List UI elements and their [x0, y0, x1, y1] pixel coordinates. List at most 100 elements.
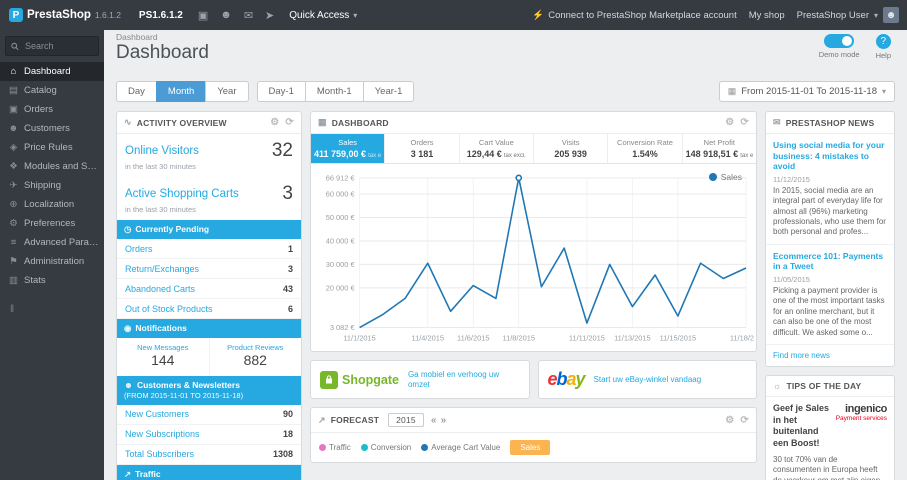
my-shop-link[interactable]: My shop	[749, 10, 785, 21]
envelope-icon[interactable]: ✉	[238, 9, 259, 22]
range-button-year[interactable]: Year	[205, 81, 249, 102]
kpi-conversion-rate[interactable]: Conversion Rate 1.54%	[608, 134, 683, 163]
gear-icon[interactable]: ⚙	[725, 415, 734, 426]
date-range-picker[interactable]: ▦ From 2015-11-01 To 2015-11-18 ▾	[718, 81, 895, 102]
online-visitors-link[interactable]: Online Visitors	[125, 145, 199, 157]
middle-column: ▦ DASHBOARD ⚙ ⟳ Sales 411 759,00 €tax exc…	[310, 111, 757, 464]
customers-row-new-customers[interactable]: New Customers 90	[117, 405, 301, 425]
kpi-visits[interactable]: Visits 205 939	[534, 134, 609, 163]
tips-panel: ☼ TIPS OF THE DAY Geef je Sales in het b…	[765, 375, 895, 480]
forecast-legend-conversion[interactable]: Conversion	[360, 443, 411, 452]
range-button-day-1[interactable]: Day-1	[256, 81, 306, 102]
cart-icon[interactable]: ▣	[192, 9, 214, 22]
kpi-label: Conversion Rate	[617, 138, 673, 147]
modules-icon: ❖	[9, 161, 18, 172]
stat-value: 3	[287, 263, 293, 274]
user-menu[interactable]: PrestaShop User ▾ ☻	[797, 7, 899, 23]
breadcrumb[interactable]: Dashboard	[116, 32, 895, 42]
sidebar-item-localization[interactable]: ⊕ Localization	[0, 195, 104, 214]
pending-row-abandoned-carts[interactable]: Abandoned Carts 43	[117, 279, 301, 300]
kpi-value: 411 759,00 €tax excl.	[314, 149, 381, 159]
active-carts-link[interactable]: Active Shopping Carts	[125, 188, 239, 200]
quick-access-menu[interactable]: Quick Access ▾	[280, 10, 366, 21]
sidebar-item-shipping[interactable]: ✈ Shipping	[0, 176, 104, 195]
range-button-day[interactable]: Day	[116, 81, 157, 102]
sidebar-item-customers[interactable]: ☻ Customers	[0, 119, 104, 138]
catalog-icon: ▤	[9, 85, 18, 96]
shopgate-module-ad[interactable]: Shopgate Ga mobiel en verhoog uw omzet	[310, 360, 530, 400]
news-title-link[interactable]: Ecommerce 101: Payments in a Tweet	[773, 251, 887, 272]
pending-row-orders[interactable]: Orders 1	[117, 239, 301, 260]
stat-value: 1308	[272, 449, 293, 460]
gear-icon[interactable]: ⚙	[270, 117, 279, 128]
kpi-value: 1.54%	[632, 149, 658, 159]
legend-item-label: Average Cart Value	[431, 443, 501, 453]
sidebar-item-catalog[interactable]: ▤ Catalog	[0, 81, 104, 100]
prestashop-logo[interactable]: P PrestaShop 1.6.1.2	[0, 8, 130, 22]
demo-mode-toggle[interactable]	[824, 34, 855, 48]
pending-row-return-exchanges[interactable]: Return/Exchanges 3	[117, 259, 301, 280]
sidebar-item-stats[interactable]: ▥ Stats	[0, 271, 104, 290]
pending-row-out-of-stock-products[interactable]: Out of Stock Products 6	[117, 299, 301, 320]
ebay-letter: a	[566, 369, 577, 390]
notification-new-messages[interactable]: New Messages 144	[117, 338, 210, 377]
range-button-year-1[interactable]: Year-1	[362, 81, 415, 102]
quick-access-label: Quick Access	[289, 9, 350, 21]
help-button[interactable]: ?	[875, 34, 891, 49]
notification-product-reviews[interactable]: Product Reviews 882	[210, 338, 302, 376]
forecast-year-select[interactable]: 2015	[388, 413, 424, 428]
ebay-module-ad[interactable]: ebay Start uw eBay-winkel vandaag	[537, 360, 757, 400]
sidebar-item-price-rules[interactable]: ◈ Price Rules	[0, 138, 104, 157]
sidebar-search[interactable]	[5, 36, 99, 56]
brand-name: PrestaShop	[27, 9, 91, 21]
right-column: ✉ PRESTASHOP NEWS Using social media for…	[765, 111, 895, 480]
dashboard-columns: ∿ ACTIVITY OVERVIEW ⚙ ⟳ Online Visitors …	[104, 111, 907, 480]
sidebar-item-modules-and-services[interactable]: ❖ Modules and Services	[0, 157, 104, 176]
sidebar-collapse-button[interactable]: ‖	[10, 304, 104, 315]
svg-text:11/15/2015: 11/15/2015	[660, 333, 697, 342]
stat-label: New Subscriptions	[125, 429, 200, 440]
kpi-value: 205 939	[554, 149, 587, 159]
range-button-month[interactable]: Month	[155, 81, 207, 102]
sidebar-item-preferences[interactable]: ⚙ Preferences	[0, 214, 104, 233]
ebay-link[interactable]: Start uw eBay-winkel vandaag	[594, 375, 702, 385]
forecast-sales-button[interactable]: Sales	[510, 440, 551, 456]
shopgate-link[interactable]: Ga mobiel en verhoog uw omzet	[408, 370, 520, 390]
news-title-link[interactable]: Using social media for your business: 4 …	[773, 140, 887, 172]
shop-version-badge[interactable]: PS1.6.1.2	[130, 10, 192, 21]
refresh-icon[interactable]: ⟳	[740, 117, 749, 128]
dashboard-panel: ▦ DASHBOARD ⚙ ⟳ Sales 411 759,00 €tax exc…	[310, 111, 757, 353]
person-icon[interactable]: ☻	[214, 9, 238, 21]
gear-icon[interactable]: ⚙	[725, 117, 734, 128]
kpi-sales[interactable]: Sales 411 759,00 €tax excl.	[311, 134, 386, 163]
marketplace-link[interactable]: ⚡ Connect to PrestaShop Marketplace acco…	[532, 10, 736, 21]
kpi-row: Sales 411 759,00 €tax excl. Orders 3 181 Car…	[311, 134, 756, 164]
panel-title: FORECAST	[330, 415, 380, 426]
range-button-month-1[interactable]: Month-1	[304, 81, 364, 102]
customers-row-new-subscriptions[interactable]: New Subscriptions 18	[117, 425, 301, 445]
refresh-icon[interactable]: ⟳	[740, 415, 749, 426]
kpi-orders[interactable]: Orders 3 181	[385, 134, 460, 163]
sidebar-item-administration[interactable]: ⚑ Administration	[0, 252, 104, 271]
forecast-pager: « »	[431, 415, 447, 426]
sidebar-item-dashboard[interactable]: ⌂ Dashboard	[0, 62, 104, 81]
kpi-net-profit[interactable]: Net Profit 148 918,51 €tax excl.	[683, 134, 756, 163]
sidebar-item-orders[interactable]: ▣ Orders	[0, 100, 104, 119]
sidebar-item-advanced-parameters[interactable]: ≡ Advanced Parameters	[0, 233, 104, 252]
svg-text:11/4/2015: 11/4/2015	[412, 333, 444, 342]
forecast-legend-traffic[interactable]: Traffic	[319, 443, 351, 452]
kpi-cart-value[interactable]: Cart Value 129,44 € tax excl.	[460, 134, 534, 163]
customers-row-total-subscribers[interactable]: Total Subscribers 1308	[117, 445, 301, 465]
forecast-legend-average-cart-value[interactable]: Average Cart Value	[421, 443, 500, 452]
refresh-icon[interactable]: ⟳	[285, 117, 294, 128]
kpi-value: 148 918,51 €tax excl.	[686, 149, 753, 159]
chart-legend[interactable]: Sales	[708, 172, 742, 182]
search-input[interactable]	[23, 40, 93, 52]
pager-next-icon[interactable]: »	[441, 415, 447, 426]
find-more-news-link[interactable]: Find more news	[766, 345, 894, 366]
news-excerpt: In 2015, social media are an integral pa…	[773, 185, 886, 237]
date-range-buttons: Day Month Year Day-1 Month-1 Year-1	[116, 81, 415, 102]
rocket-icon[interactable]: ➤	[259, 9, 280, 22]
tips-panel-header: ☼ TIPS OF THE DAY	[766, 376, 894, 398]
pager-prev-icon[interactable]: «	[431, 415, 437, 426]
